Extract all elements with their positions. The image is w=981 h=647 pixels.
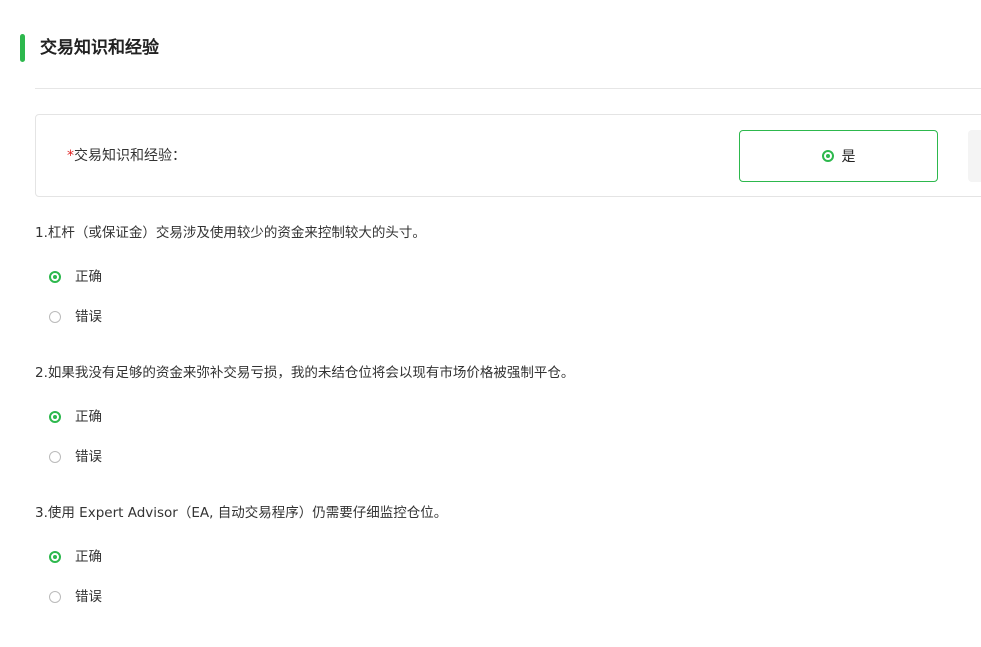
- radio-checked-icon: [49, 551, 61, 563]
- summary-label: *交易知识和经验：: [67, 147, 186, 165]
- question-1-option-wrong[interactable]: 错误: [49, 308, 102, 326]
- question-2: 2.如果我没有足够的资金来弥补交易亏损，我的未结仓位将会以现有市场价格被强制平仓…: [35, 364, 975, 465]
- radio-unchecked-icon: [49, 591, 61, 603]
- radio-checked-icon: [821, 150, 834, 162]
- section-title: 交易知识和经验: [40, 38, 159, 58]
- header-divider: [35, 88, 981, 89]
- option-label: 错误: [75, 589, 102, 605]
- question-1-option-correct[interactable]: 正确: [49, 268, 102, 286]
- choice-yes-button[interactable]: 是: [739, 130, 938, 182]
- option-label: 正确: [75, 409, 102, 425]
- choice-no-button[interactable]: [968, 130, 981, 182]
- question-3-option-wrong[interactable]: 错误: [49, 588, 102, 606]
- radio-unchecked-icon: [49, 311, 61, 323]
- question-1-text: 1.杠杆（或保证金）交易涉及使用较少的资金来控制较大的头寸。: [35, 225, 426, 241]
- required-mark: *: [67, 148, 74, 164]
- summary-label-text: 交易知识和经验：: [74, 148, 186, 164]
- choice-yes-label: 是: [841, 149, 856, 165]
- question-3-option-correct[interactable]: 正确: [49, 548, 102, 566]
- option-label: 正确: [75, 549, 102, 565]
- question-2-text: 2.如果我没有足够的资金来弥补交易亏损，我的未结仓位将会以现有市场价格被强制平仓…: [35, 365, 575, 381]
- section-header: 交易知识和经验: [0, 32, 981, 64]
- option-label: 错误: [75, 309, 102, 325]
- radio-unchecked-icon: [49, 451, 61, 463]
- question-2-option-correct[interactable]: 正确: [49, 408, 102, 426]
- question-3-text: 3.使用 Expert Advisor（EA, 自动交易程序）仍需要仔细监控仓位…: [35, 505, 448, 521]
- radio-checked-icon: [49, 411, 61, 423]
- summary-card: *交易知识和经验： 是: [35, 114, 981, 197]
- option-label: 错误: [75, 449, 102, 465]
- trading-knowledge-form: 交易知识和经验 *交易知识和经验： 是 1.杠杆（或保证金）交易涉及使用较少的资…: [0, 0, 981, 647]
- radio-checked-icon: [49, 271, 61, 283]
- section-accent-bar: [20, 34, 25, 62]
- question-3: 3.使用 Expert Advisor（EA, 自动交易程序）仍需要仔细监控仓位…: [35, 504, 975, 605]
- question-1: 1.杠杆（或保证金）交易涉及使用较少的资金来控制较大的头寸。 正确 错误: [35, 224, 975, 325]
- option-label: 正确: [75, 269, 102, 285]
- question-2-option-wrong[interactable]: 错误: [49, 448, 102, 466]
